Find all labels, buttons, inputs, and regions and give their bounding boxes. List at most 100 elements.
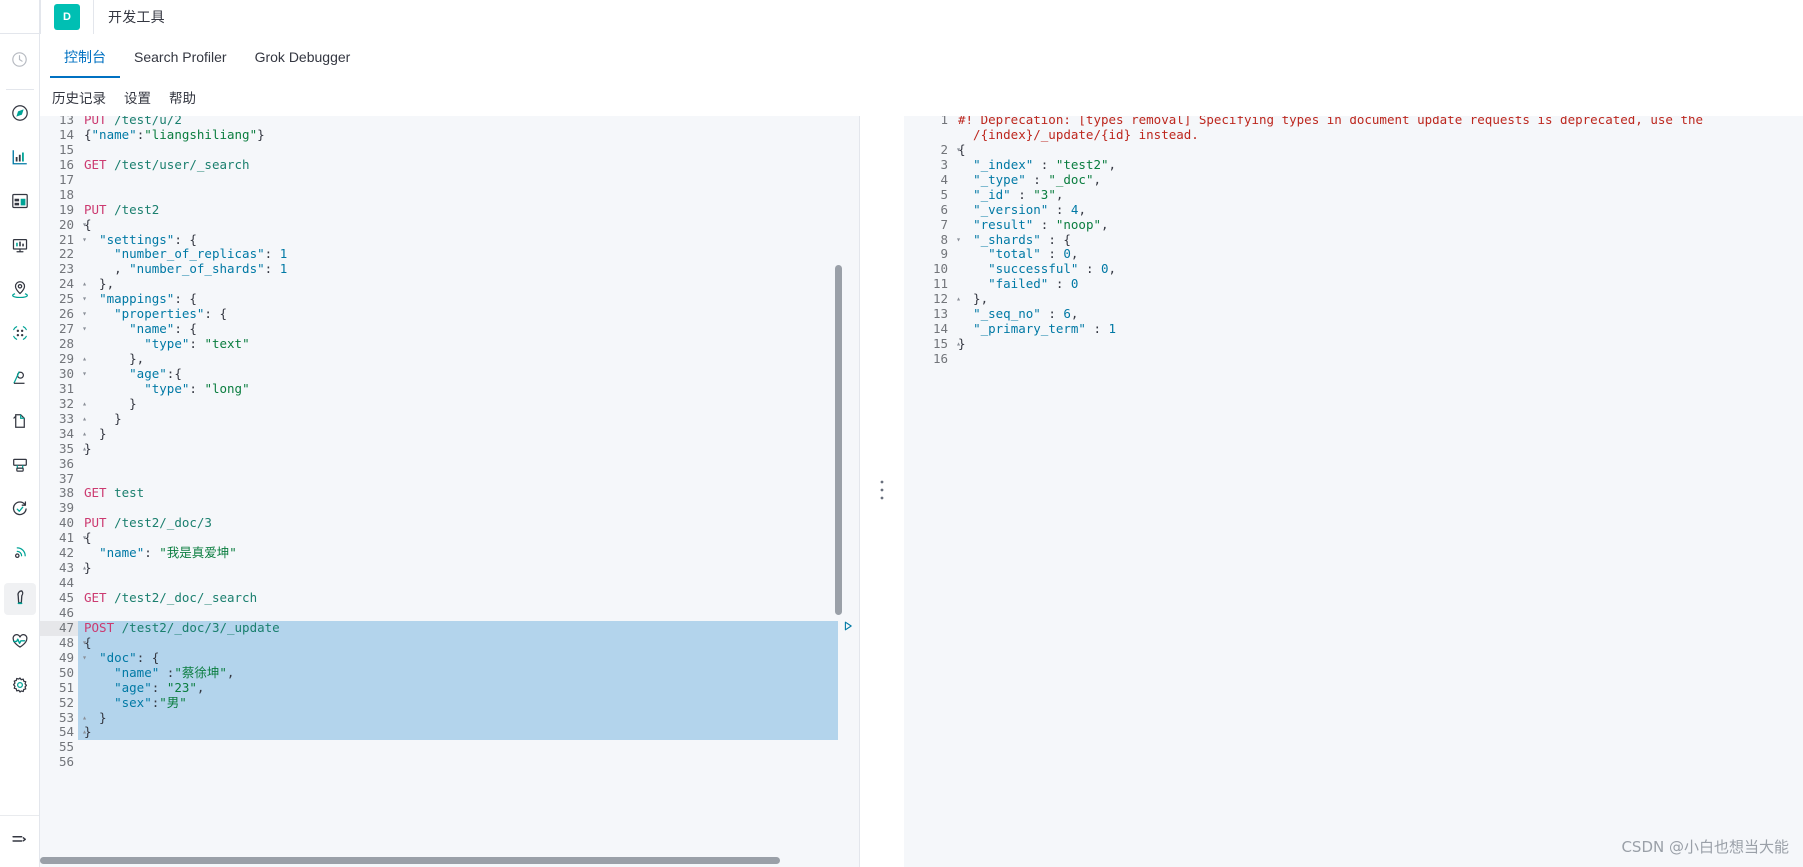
code-line[interactable]: 52 "sex":"男" <box>40 695 860 711</box>
editor-horizontal-scrollbar[interactable] <box>40 857 780 864</box>
sidebar-item-infrastructure[interactable] <box>4 363 36 395</box>
fold-toggle-icon[interactable]: ▴ <box>78 398 87 410</box>
code-line[interactable]: 28 "type": "text" <box>40 336 860 353</box>
submenu-help[interactable]: 帮助 <box>169 87 196 107</box>
sidebar-item-uptime[interactable] <box>4 495 36 527</box>
sidebar-item-machine-learning[interactable] <box>4 319 36 351</box>
fold-toggle-icon[interactable]: ▾ <box>78 637 87 649</box>
code-line[interactable]: 56 <box>40 754 860 771</box>
editor-vertical-scrollbar[interactable] <box>835 265 842 615</box>
sidebar-item-dashboard[interactable] <box>4 187 36 219</box>
code-line[interactable]: 34 ▴ } <box>40 426 860 442</box>
sidebar-collapse-button[interactable] <box>0 815 39 867</box>
code-line[interactable]: 22 "number_of_replicas": 1 <box>40 246 860 263</box>
code-line[interactable]: 36 <box>40 456 860 472</box>
fold-toggle-icon[interactable]: ▴ <box>78 413 87 425</box>
fold-toggle-icon[interactable]: ▴ <box>952 338 961 350</box>
code-line[interactable]: 54 ▴} <box>40 724 860 741</box>
sidebar-item-dev-tools[interactable] <box>3 583 36 615</box>
code-line[interactable]: 50 "name" :"蔡徐坤", <box>40 665 860 681</box>
sidebar-item-management[interactable] <box>4 671 36 703</box>
submenu-history[interactable]: 历史记录 <box>52 87 106 107</box>
panel-splitter[interactable] <box>860 113 904 867</box>
code-line[interactable]: 26 ▾ "properties": { <box>40 306 860 323</box>
code-line[interactable]: 3 "_index" : "test2", <box>904 157 1803 173</box>
code-line[interactable]: 8 ▾ "_shards" : { <box>904 232 1803 248</box>
sidebar-item-discover[interactable] <box>4 99 36 131</box>
code-line[interactable]: 29 ▴ }, <box>40 351 860 367</box>
code-line[interactable]: 39 <box>40 500 860 517</box>
sidebar-item-visualize[interactable] <box>4 143 36 175</box>
code-line[interactable]: 38 GET test <box>40 485 860 502</box>
fold-toggle-icon[interactable]: ▴ <box>952 293 961 305</box>
code-line[interactable]: 14 "_primary_term" : 1 <box>904 321 1803 338</box>
code-line[interactable]: 14 {"name":"liangshiliang"} <box>40 127 860 143</box>
code-line[interactable]: 40 PUT /test2/_doc/3 <box>40 515 860 532</box>
code-line[interactable]: 12 ▴ }, <box>904 291 1803 308</box>
code-line[interactable]: 35 ▴} <box>40 441 860 457</box>
code-line[interactable]: 27 ▾ "name": { <box>40 321 860 338</box>
tab-grok-debugger[interactable]: Grok Debugger <box>241 36 365 78</box>
code-line[interactable]: 5 "_id" : "3", <box>904 187 1803 203</box>
code-line[interactable]: 15 <box>40 142 860 158</box>
code-line[interactable]: 51 "age": "23", <box>40 680 860 696</box>
sidebar-item-apm[interactable] <box>4 451 36 483</box>
tab-search-profiler[interactable]: Search Profiler <box>120 36 241 78</box>
code-line[interactable]: 2 ▾{ <box>904 142 1803 158</box>
global-nav-rail[interactable] <box>0 0 40 867</box>
fold-toggle-icon[interactable]: ▾ <box>78 532 87 544</box>
splitter-grip[interactable] <box>880 479 884 501</box>
code-line[interactable]: 16 GET /test/user/_search <box>40 157 860 173</box>
code-line[interactable]: 4 "_type" : "_doc", <box>904 172 1803 188</box>
code-line[interactable]: 10 "successful" : 0, <box>904 261 1803 278</box>
sidebar-item-logs[interactable] <box>4 407 36 439</box>
code-line[interactable]: 16 <box>904 351 1803 367</box>
code-line[interactable]: 9 "total" : 0, <box>904 246 1803 263</box>
code-line[interactable]: 30 ▾ "age":{ <box>40 366 860 382</box>
code-line[interactable]: 24 ▴ }, <box>40 276 860 293</box>
fold-toggle-icon[interactable]: ▾ <box>78 234 87 246</box>
fold-toggle-icon[interactable]: ▴ <box>78 562 87 574</box>
code-line[interactable]: 19 PUT /test2 <box>40 202 860 218</box>
play-icon[interactable] <box>840 618 856 634</box>
code-line[interactable]: 11 "failed" : 0 <box>904 276 1803 293</box>
app-badge[interactable]: D <box>54 4 80 30</box>
fold-toggle-icon[interactable]: ▴ <box>78 726 87 738</box>
code-line[interactable]: 13 "_seq_no" : 6, <box>904 306 1803 323</box>
fold-toggle-icon[interactable]: ▾ <box>78 219 87 231</box>
fold-toggle-icon[interactable]: ▴ <box>78 353 87 365</box>
fold-toggle-icon[interactable]: ▾ <box>78 652 87 664</box>
fold-toggle-icon[interactable]: ▾ <box>952 144 961 156</box>
code-line[interactable]: 48 ▾{ <box>40 635 860 651</box>
fold-toggle-icon[interactable]: ▾ <box>952 234 961 246</box>
code-line[interactable]: 31 "type": "long" <box>40 381 860 397</box>
sidebar-item-siem[interactable] <box>4 539 36 571</box>
code-line[interactable]: 25 ▾ "mappings": { <box>40 291 860 308</box>
fold-toggle-icon[interactable]: ▴ <box>78 712 87 724</box>
code-line[interactable]: 20 ▾{ <box>40 217 860 233</box>
request-editor[interactable]: 13 PUT /test/u/2 14 {"name":"liangshiliang"… <box>40 113 860 867</box>
code-line[interactable]: 44 <box>40 575 860 592</box>
code-line[interactable]: 42 "name": "我是真爱坤" <box>40 545 860 562</box>
code-line[interactable]: 15 ▴} <box>904 336 1803 353</box>
code-line[interactable]: 46 <box>40 605 860 621</box>
code-line[interactable]: 17 <box>40 172 860 188</box>
code-line[interactable]: 23 , "number_of_shards": 1 <box>40 261 860 278</box>
fold-toggle-icon[interactable]: ▾ <box>78 368 87 380</box>
sidebar-item-maps[interactable] <box>4 275 36 307</box>
code-line[interactable]: 6 "_version" : 4, <box>904 202 1803 218</box>
code-line[interactable]: 53 ▴ } <box>40 710 860 726</box>
fold-toggle-icon[interactable]: ▴ <box>78 443 87 455</box>
fold-toggle-icon[interactable]: ▴ <box>78 428 87 440</box>
code-line[interactable]: 49 ▾ "doc": { <box>40 650 860 666</box>
fold-toggle-icon[interactable]: ▴ <box>78 278 87 290</box>
fold-toggle-icon[interactable]: ▾ <box>78 293 87 305</box>
code-line[interactable]: /{index}/_update/{id} instead. <box>904 127 1803 143</box>
response-viewer[interactable]: 1 #! Deprecation: [types removal] Specify… <box>904 113 1803 867</box>
code-line[interactable]: 37 <box>40 471 860 487</box>
tab-console[interactable]: 控制台 <box>50 36 120 78</box>
code-line[interactable]: 43 ▴} <box>40 560 860 577</box>
code-line[interactable]: 47 POST /test2/_doc/3/_update <box>40 620 860 636</box>
code-line[interactable]: 32 ▴ } <box>40 396 860 412</box>
code-line[interactable]: 21 ▾ "settings": { <box>40 232 860 248</box>
